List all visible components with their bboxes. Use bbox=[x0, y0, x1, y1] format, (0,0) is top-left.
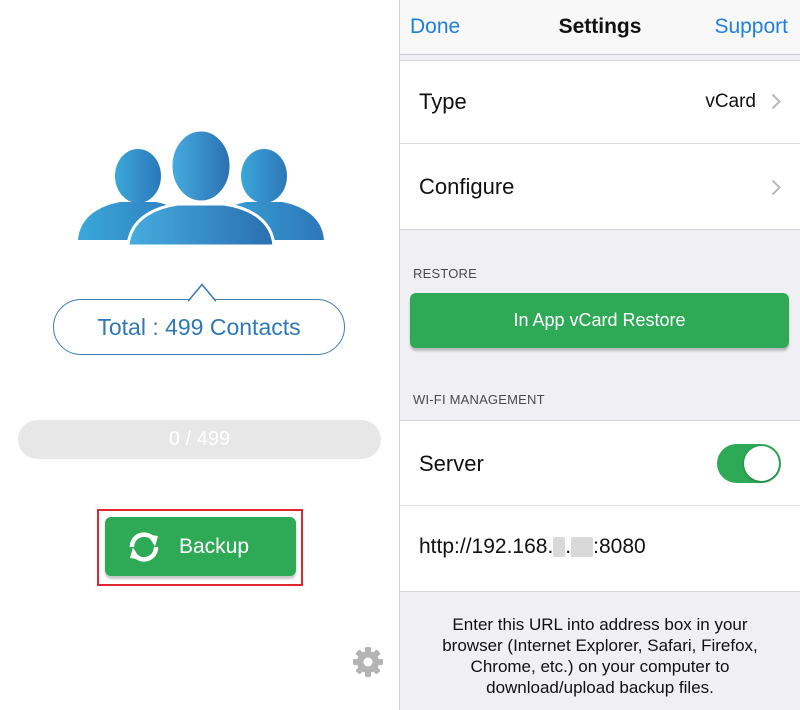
server-row: Server bbox=[400, 420, 800, 506]
server-url-row[interactable]: http://192.168..:8080 bbox=[400, 506, 800, 592]
server-label: Server bbox=[419, 451, 484, 476]
url-port: :8080 bbox=[593, 535, 646, 558]
url-help-text: Enter this URL into address box in your … bbox=[442, 615, 758, 697]
type-label: Type bbox=[419, 89, 467, 114]
server-toggle[interactable] bbox=[717, 444, 781, 483]
total-contacts-label: Total : 499 Contacts bbox=[97, 313, 301, 340]
wifi-section-header: WI-FI MANAGEMENT bbox=[413, 392, 545, 407]
bubble-pointer bbox=[188, 283, 216, 302]
redacted-octet bbox=[553, 537, 566, 558]
backup-screen: Total : 499 Contacts 0 / 499 Backup bbox=[0, 0, 399, 710]
configure-label: Configure bbox=[419, 174, 515, 199]
restore-button-label: In App vCard Restore bbox=[513, 310, 686, 330]
type-value: vCard bbox=[705, 91, 756, 112]
restore-section-header: RESTORE bbox=[413, 266, 478, 281]
url-prefix: http://192.168. bbox=[419, 535, 554, 558]
redacted-octet bbox=[571, 537, 594, 558]
progress-text: 0 / 499 bbox=[168, 428, 231, 450]
type-row[interactable]: Type vCard bbox=[400, 60, 800, 144]
navigation-bar: Done Settings Support bbox=[400, 0, 800, 55]
toggle-knob bbox=[744, 446, 779, 481]
backup-button-label: Backup bbox=[179, 534, 250, 558]
in-app-restore-button[interactable]: In App vCard Restore bbox=[410, 293, 789, 348]
backup-button[interactable]: Backup bbox=[105, 517, 296, 576]
settings-screen: Done Settings Support Type vCard Configu… bbox=[400, 0, 800, 710]
support-button[interactable]: Support bbox=[714, 15, 788, 39]
configure-row[interactable]: Configure bbox=[400, 144, 800, 230]
server-url[interactable]: http://192.168..:8080 bbox=[419, 535, 646, 559]
chevron-right-icon bbox=[771, 93, 781, 110]
total-contacts-bubble: Total : 499 Contacts bbox=[53, 299, 345, 355]
backup-progress-bar: 0 / 499 bbox=[18, 420, 381, 459]
chevron-right-icon bbox=[771, 179, 781, 196]
gear-icon[interactable] bbox=[352, 646, 384, 678]
people-group-icon bbox=[78, 128, 324, 246]
sync-arrows-icon bbox=[129, 531, 159, 562]
